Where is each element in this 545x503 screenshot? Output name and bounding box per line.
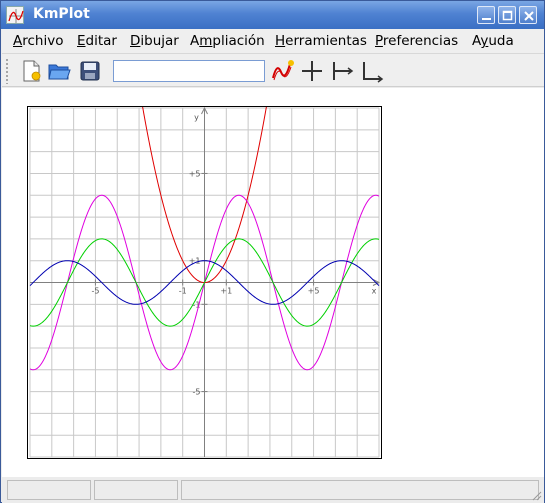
plot-frame[interactable]: -5 -1 +1 +5 +5 +1 -1 -5 x y [27,98,382,459]
toolbar-grip-handle[interactable] [5,58,9,84]
menu-preferencias[interactable]: Preferencias [375,33,458,49]
axes-corner-icon[interactable] [358,58,384,84]
y-tick-label: -5 [193,388,201,397]
menu-editar[interactable]: Editar [77,33,117,49]
x-tick-label: -5 [91,287,99,296]
minimize-button[interactable] [477,6,495,24]
menu-ayuda-label: uda [488,33,514,49]
menu-herramientas[interactable]: Herramientas [275,33,367,49]
menu-bar: Archivo Editar Dibujar Ampliación Herram… [2,29,544,53]
status-bar [2,477,544,503]
new-function-icon[interactable] [270,58,296,84]
axes-center-icon[interactable] [299,58,325,84]
menu-ampliacion-pre: A [190,33,200,49]
new-document-icon[interactable] [18,58,44,84]
resize-grip-icon[interactable] [530,489,542,501]
x-tick-label: +5 [308,287,320,296]
menu-archivo[interactable]: Archivo [13,33,63,49]
open-folder-icon[interactable] [46,58,72,84]
y-axis-label: y [194,113,199,122]
close-button[interactable] [519,6,537,24]
main-toolbar [2,53,544,87]
axes-left-icon[interactable] [328,58,354,84]
menu-preferencias-accel: P [375,33,383,49]
x-axis-label: x [372,287,377,296]
status-cell-2 [94,480,178,500]
menu-archivo-accel: A [13,33,23,49]
menu-herramientas-label: erramientas [285,33,367,49]
menu-ampliacion-label: pliación [212,33,265,49]
menu-preferencias-label: referencias [382,33,459,49]
window-title: KmPlot [33,6,90,22]
menu-herramientas-accel: H [275,33,286,49]
menu-dibujar-label: ibujar [140,33,179,49]
function-input[interactable] [113,60,265,82]
x-tick-label: -1 [179,287,187,296]
menu-editar-accel: E [77,33,86,49]
menu-dibujar-accel: D [130,33,141,49]
save-disk-icon[interactable] [77,58,103,84]
menu-ampliacion[interactable]: Ampliación [190,33,265,49]
menu-ampliacion-accel: m [199,33,213,49]
status-cell-3 [181,480,539,500]
y-tick-label: +5 [189,169,201,178]
maximize-button[interactable] [498,6,516,24]
x-tick-label: +1 [220,287,232,296]
menu-archivo-label: rchivo [22,33,64,49]
kmplot-window: KmPlot Archivo Editar Dibujar Ampliación… [0,0,545,503]
menu-editar-label: ditar [85,33,117,49]
menu-ayuda[interactable]: Ayuda [472,33,514,49]
function-plot[interactable]: -5 -1 +1 +5+5+1-1-5xy [28,98,381,458]
kmplot-app-icon[interactable] [6,6,24,24]
title-bar[interactable]: KmPlot [1,1,544,29]
menu-dibujar[interactable]: Dibujar [130,33,179,49]
status-cell-1 [7,480,91,500]
